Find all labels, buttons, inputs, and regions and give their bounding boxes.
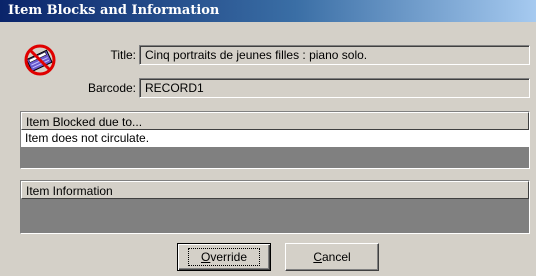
override-focus-rect: Override (187, 248, 261, 266)
barcode-label: Barcode: (87, 81, 136, 95)
item-information-list[interactable]: Item Information (20, 180, 530, 234)
cancel-button[interactable]: Cancel (285, 243, 379, 271)
cancel-label-rest: ancel (321, 250, 351, 264)
item-blocks-dialog: Item Blocks and Information Title: Cinq … (0, 0, 536, 276)
title-field: Cinq portraits de jeunes filles : piano … (139, 45, 530, 65)
cancel-label: Cancel (313, 244, 350, 270)
blocked-reason-row[interactable]: Item does not circulate. (21, 130, 529, 147)
cancel-mnemonic: C (313, 250, 322, 264)
override-label-rest: verride (210, 250, 248, 264)
blocked-reasons-header[interactable]: Item Blocked due to... (21, 112, 529, 130)
blocked-reasons-list[interactable]: Item Blocked due to... Item does not cir… (20, 111, 530, 169)
title-label: Title: (110, 48, 136, 62)
override-button[interactable]: Override (177, 243, 271, 271)
dialog-title: Item Blocks and Information (8, 3, 220, 18)
barcode-field: RECORD1 (139, 78, 530, 98)
title-bar[interactable]: Item Blocks and Information (0, 0, 536, 22)
item-information-header[interactable]: Item Information (21, 181, 529, 199)
override-mnemonic: O (200, 250, 211, 264)
no-circulation-icon (22, 42, 58, 78)
